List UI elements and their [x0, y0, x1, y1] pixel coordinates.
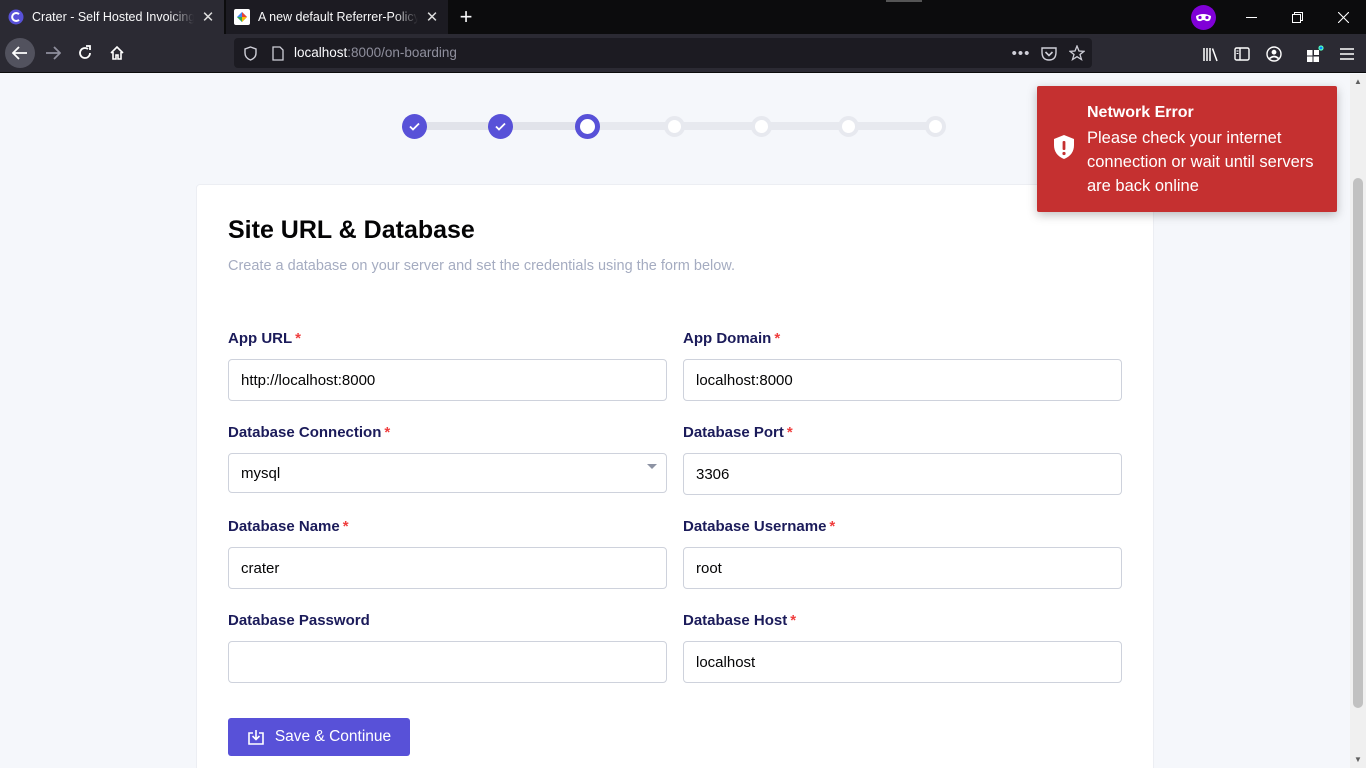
field-label-text: Database Port [683, 424, 784, 441]
field-label: App Domain * [683, 330, 1122, 350]
url-text: localhost:8000/on-boarding [294, 45, 457, 60]
shield-exclamation-icon [1054, 135, 1074, 159]
site-database-card: Site URL & Database Create a database on… [196, 184, 1154, 768]
browser-nav-bar: localhost:8000/on-boarding ••• [0, 34, 1366, 73]
account-icon[interactable] [1265, 45, 1283, 63]
page-title: Site URL & Database [228, 216, 475, 244]
scroll-up-arrow-icon[interactable]: ▲ [1354, 78, 1362, 86]
database-port-field: Database Port * 3306 [683, 424, 1122, 495]
required-asterisk: * [384, 424, 391, 441]
page-info-icon[interactable] [270, 45, 286, 61]
bookmark-star-icon[interactable] [1069, 45, 1085, 61]
browser-tab-referrer[interactable]: A new default Referrer-Policy for Chrome… [226, 0, 448, 34]
sidebar-toggle-icon[interactable] [1233, 45, 1251, 63]
page-scrollbar[interactable]: ▲ ▼ [1350, 74, 1366, 768]
step-3-current [575, 114, 600, 139]
scrollbar-thumb[interactable] [1353, 178, 1363, 708]
database-host-field: Database Host * localhost [683, 612, 1122, 683]
checkmark-icon [495, 122, 506, 131]
restore-window-icon[interactable] [1274, 0, 1320, 34]
page-description: Create a database on your server and set… [228, 258, 735, 274]
database-host-input[interactable]: localhost [683, 641, 1122, 683]
app-url-field: App URL * http://localhost:8000 [228, 330, 667, 401]
database-username-field: Database Username * root [683, 518, 1122, 589]
tab-title: A new default Referrer-Policy for Chrome [258, 10, 418, 24]
step-1-completed [402, 114, 427, 139]
field-label: Database Username * [683, 518, 1122, 538]
tab-close-icon[interactable]: ✕ [424, 9, 440, 26]
required-asterisk: * [295, 330, 301, 347]
onboarding-stepper [402, 114, 947, 140]
toast-message: Please check your internet connection or… [1087, 129, 1314, 195]
browser-tab-bar: Crater - Self Hosted Invoicing Platform … [0, 0, 1366, 34]
reload-icon[interactable] [70, 38, 100, 68]
page-actions-ellipsis-icon[interactable]: ••• [1012, 45, 1030, 62]
scroll-down-arrow-icon[interactable]: ▼ [1354, 756, 1362, 764]
database-name-field: Database Name * crater [228, 518, 667, 589]
field-label-text: Database Host [683, 612, 788, 629]
step-5-pending [751, 116, 772, 137]
save-continue-button[interactable]: Save & Continue [228, 718, 410, 756]
step-6-pending [838, 116, 859, 137]
new-tab-plus-icon[interactable]: + [452, 4, 480, 30]
toast-title: Network Error [1087, 104, 1194, 121]
hamburger-menu-icon[interactable] [1338, 45, 1356, 63]
field-label-text: Database Username [683, 518, 827, 535]
address-bar[interactable]: localhost:8000/on-boarding ••• [234, 38, 1092, 68]
download-tray-icon [248, 730, 264, 745]
database-connection-field: Database Connection * mysql [228, 424, 667, 493]
url-host: localhost [294, 45, 348, 60]
app-url-input[interactable]: http://localhost:8000 [228, 359, 667, 401]
library-icon[interactable] [1201, 45, 1219, 63]
step-4-pending [664, 116, 685, 137]
required-asterisk: * [829, 518, 836, 535]
tab-strip-divider [886, 0, 922, 2]
field-label: Database Password [228, 612, 667, 632]
browser-tab-crater[interactable]: Crater - Self Hosted Invoicing Platform … [0, 0, 224, 34]
save-button-label: Save & Continue [274, 728, 392, 745]
extensions-icon[interactable] [1306, 45, 1324, 63]
required-asterisk: * [790, 612, 797, 629]
field-label: App URL * [228, 330, 667, 350]
private-browsing-mask-icon [1191, 5, 1216, 30]
tracking-shield-icon[interactable] [242, 45, 258, 61]
field-label-text: App URL [228, 330, 293, 347]
field-label: Database Port * [683, 424, 1122, 444]
required-asterisk: * [774, 330, 781, 347]
pocket-icon[interactable] [1041, 45, 1057, 61]
tab-title: Crater - Self Hosted Invoicing Platform [32, 10, 194, 24]
forward-arrow-icon[interactable] [38, 38, 68, 68]
close-window-icon[interactable] [1320, 0, 1366, 34]
app-domain-input[interactable]: localhost:8000 [683, 359, 1122, 401]
url-path: :8000/on-boarding [347, 45, 457, 60]
database-name-input[interactable]: crater [228, 547, 667, 589]
field-label-text: Database Name [228, 518, 340, 535]
step-7-pending [925, 116, 946, 137]
chevron-down-icon[interactable] [647, 464, 657, 469]
web-dev-favicon-icon [234, 9, 250, 25]
field-label-text: Database Password [228, 612, 370, 629]
database-password-input[interactable] [228, 641, 667, 683]
database-username-input[interactable]: root [683, 547, 1122, 589]
back-arrow-icon[interactable] [5, 38, 35, 68]
required-asterisk: * [786, 424, 793, 441]
minimize-window-icon[interactable] [1228, 0, 1274, 34]
home-icon[interactable] [102, 38, 132, 68]
field-label: Database Connection * [228, 424, 667, 444]
checkmark-icon [409, 122, 420, 131]
required-asterisk: * [342, 518, 349, 535]
crater-favicon-icon [8, 9, 24, 25]
field-label: Database Name * [228, 518, 667, 538]
app-domain-field: App Domain * localhost:8000 [683, 330, 1122, 401]
database-connection-select[interactable]: mysql [228, 453, 667, 493]
field-label: Database Host * [683, 612, 1122, 632]
field-label-text: Database Connection [228, 424, 382, 441]
database-password-field: Database Password [228, 612, 667, 683]
network-error-toast[interactable]: Network Error Please check your internet… [1037, 86, 1337, 212]
tab-close-icon[interactable]: ✕ [200, 9, 216, 26]
database-port-input[interactable]: 3306 [683, 453, 1122, 495]
step-2-completed [488, 114, 513, 139]
field-label-text: App Domain [683, 330, 772, 347]
